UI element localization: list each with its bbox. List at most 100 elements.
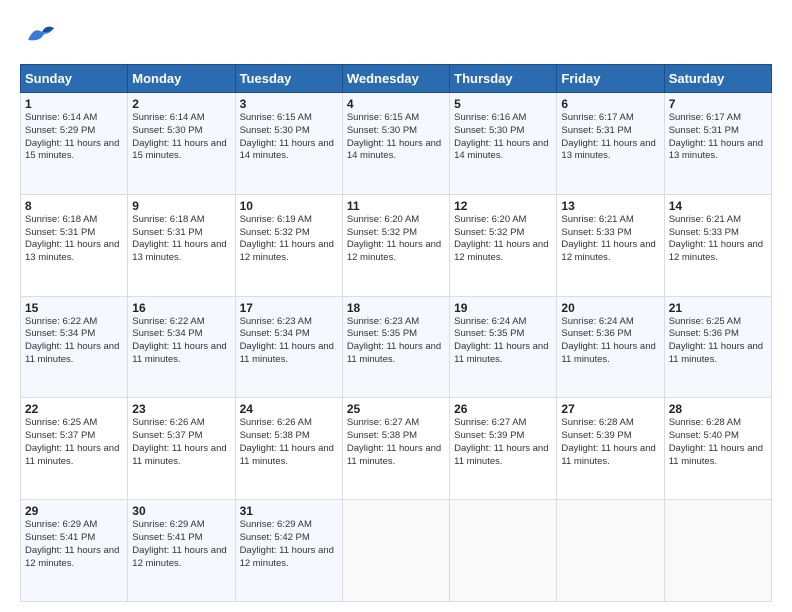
calendar-cell: 8Sunrise: 6:18 AMSunset: 5:31 PMDaylight…	[21, 194, 128, 296]
day-info: Sunrise: 6:23 AMSunset: 5:34 PMDaylight:…	[240, 316, 338, 367]
day-info: Sunrise: 6:26 AMSunset: 5:38 PMDaylight:…	[240, 417, 338, 468]
day-number: 4	[347, 97, 445, 111]
day-number: 14	[669, 199, 767, 213]
day-info: Sunrise: 6:27 AMSunset: 5:38 PMDaylight:…	[347, 417, 445, 468]
calendar-cell	[342, 500, 449, 602]
day-info: Sunrise: 6:29 AMSunset: 5:41 PMDaylight:…	[132, 519, 230, 570]
calendar-cell: 2Sunrise: 6:14 AMSunset: 5:30 PMDaylight…	[128, 93, 235, 195]
day-number: 11	[347, 199, 445, 213]
calendar-week-row: 15Sunrise: 6:22 AMSunset: 5:34 PMDayligh…	[21, 296, 772, 398]
calendar-cell: 5Sunrise: 6:16 AMSunset: 5:30 PMDaylight…	[450, 93, 557, 195]
header-sunday: Sunday	[21, 65, 128, 93]
day-number: 7	[669, 97, 767, 111]
calendar-cell: 14Sunrise: 6:21 AMSunset: 5:33 PMDayligh…	[664, 194, 771, 296]
day-info: Sunrise: 6:29 AMSunset: 5:41 PMDaylight:…	[25, 519, 123, 570]
day-info: Sunrise: 6:27 AMSunset: 5:39 PMDaylight:…	[454, 417, 552, 468]
day-number: 16	[132, 301, 230, 315]
day-number: 3	[240, 97, 338, 111]
day-number: 27	[561, 402, 659, 416]
calendar-cell	[557, 500, 664, 602]
day-info: Sunrise: 6:15 AMSunset: 5:30 PMDaylight:…	[347, 112, 445, 163]
day-number: 8	[25, 199, 123, 213]
calendar-cell: 3Sunrise: 6:15 AMSunset: 5:30 PMDaylight…	[235, 93, 342, 195]
day-info: Sunrise: 6:25 AMSunset: 5:37 PMDaylight:…	[25, 417, 123, 468]
calendar-cell: 22Sunrise: 6:25 AMSunset: 5:37 PMDayligh…	[21, 398, 128, 500]
day-number: 2	[132, 97, 230, 111]
day-info: Sunrise: 6:23 AMSunset: 5:35 PMDaylight:…	[347, 316, 445, 367]
calendar-cell: 24Sunrise: 6:26 AMSunset: 5:38 PMDayligh…	[235, 398, 342, 500]
day-info: Sunrise: 6:21 AMSunset: 5:33 PMDaylight:…	[561, 214, 659, 265]
day-number: 13	[561, 199, 659, 213]
day-info: Sunrise: 6:15 AMSunset: 5:30 PMDaylight:…	[240, 112, 338, 163]
page: Sunday Monday Tuesday Wednesday Thursday…	[0, 0, 792, 612]
day-number: 20	[561, 301, 659, 315]
day-number: 28	[669, 402, 767, 416]
calendar-week-row: 1Sunrise: 6:14 AMSunset: 5:29 PMDaylight…	[21, 93, 772, 195]
day-number: 25	[347, 402, 445, 416]
day-info: Sunrise: 6:17 AMSunset: 5:31 PMDaylight:…	[669, 112, 767, 163]
day-number: 6	[561, 97, 659, 111]
calendar-cell: 13Sunrise: 6:21 AMSunset: 5:33 PMDayligh…	[557, 194, 664, 296]
calendar-cell: 25Sunrise: 6:27 AMSunset: 5:38 PMDayligh…	[342, 398, 449, 500]
calendar-cell	[450, 500, 557, 602]
day-info: Sunrise: 6:14 AMSunset: 5:29 PMDaylight:…	[25, 112, 123, 163]
calendar-cell: 27Sunrise: 6:28 AMSunset: 5:39 PMDayligh…	[557, 398, 664, 500]
header-tuesday: Tuesday	[235, 65, 342, 93]
calendar-cell: 10Sunrise: 6:19 AMSunset: 5:32 PMDayligh…	[235, 194, 342, 296]
day-info: Sunrise: 6:28 AMSunset: 5:40 PMDaylight:…	[669, 417, 767, 468]
calendar-cell: 4Sunrise: 6:15 AMSunset: 5:30 PMDaylight…	[342, 93, 449, 195]
day-info: Sunrise: 6:20 AMSunset: 5:32 PMDaylight:…	[454, 214, 552, 265]
day-number: 10	[240, 199, 338, 213]
calendar-cell: 7Sunrise: 6:17 AMSunset: 5:31 PMDaylight…	[664, 93, 771, 195]
day-info: Sunrise: 6:25 AMSunset: 5:36 PMDaylight:…	[669, 316, 767, 367]
day-info: Sunrise: 6:26 AMSunset: 5:37 PMDaylight:…	[132, 417, 230, 468]
day-number: 24	[240, 402, 338, 416]
calendar-cell: 9Sunrise: 6:18 AMSunset: 5:31 PMDaylight…	[128, 194, 235, 296]
day-info: Sunrise: 6:21 AMSunset: 5:33 PMDaylight:…	[669, 214, 767, 265]
day-info: Sunrise: 6:14 AMSunset: 5:30 PMDaylight:…	[132, 112, 230, 163]
calendar-week-row: 22Sunrise: 6:25 AMSunset: 5:37 PMDayligh…	[21, 398, 772, 500]
calendar-cell: 26Sunrise: 6:27 AMSunset: 5:39 PMDayligh…	[450, 398, 557, 500]
day-number: 29	[25, 504, 123, 518]
calendar-cell: 28Sunrise: 6:28 AMSunset: 5:40 PMDayligh…	[664, 398, 771, 500]
day-info: Sunrise: 6:18 AMSunset: 5:31 PMDaylight:…	[132, 214, 230, 265]
day-info: Sunrise: 6:19 AMSunset: 5:32 PMDaylight:…	[240, 214, 338, 265]
calendar-cell: 15Sunrise: 6:22 AMSunset: 5:34 PMDayligh…	[21, 296, 128, 398]
day-number: 26	[454, 402, 552, 416]
day-info: Sunrise: 6:24 AMSunset: 5:35 PMDaylight:…	[454, 316, 552, 367]
day-info: Sunrise: 6:29 AMSunset: 5:42 PMDaylight:…	[240, 519, 338, 570]
calendar-cell: 31Sunrise: 6:29 AMSunset: 5:42 PMDayligh…	[235, 500, 342, 602]
day-info: Sunrise: 6:28 AMSunset: 5:39 PMDaylight:…	[561, 417, 659, 468]
day-number: 22	[25, 402, 123, 416]
calendar-cell: 17Sunrise: 6:23 AMSunset: 5:34 PMDayligh…	[235, 296, 342, 398]
header-friday: Friday	[557, 65, 664, 93]
header-monday: Monday	[128, 65, 235, 93]
day-info: Sunrise: 6:16 AMSunset: 5:30 PMDaylight:…	[454, 112, 552, 163]
day-number: 1	[25, 97, 123, 111]
day-info: Sunrise: 6:17 AMSunset: 5:31 PMDaylight:…	[561, 112, 659, 163]
day-number: 31	[240, 504, 338, 518]
calendar-cell	[664, 500, 771, 602]
day-info: Sunrise: 6:22 AMSunset: 5:34 PMDaylight:…	[132, 316, 230, 367]
calendar-cell: 19Sunrise: 6:24 AMSunset: 5:35 PMDayligh…	[450, 296, 557, 398]
day-number: 9	[132, 199, 230, 213]
day-info: Sunrise: 6:24 AMSunset: 5:36 PMDaylight:…	[561, 316, 659, 367]
day-number: 23	[132, 402, 230, 416]
day-info: Sunrise: 6:18 AMSunset: 5:31 PMDaylight:…	[25, 214, 123, 265]
calendar-cell: 30Sunrise: 6:29 AMSunset: 5:41 PMDayligh…	[128, 500, 235, 602]
day-number: 30	[132, 504, 230, 518]
header-thursday: Thursday	[450, 65, 557, 93]
header	[20, 16, 772, 54]
day-number: 21	[669, 301, 767, 315]
calendar-cell: 1Sunrise: 6:14 AMSunset: 5:29 PMDaylight…	[21, 93, 128, 195]
calendar-cell: 18Sunrise: 6:23 AMSunset: 5:35 PMDayligh…	[342, 296, 449, 398]
logo-icon	[20, 16, 58, 54]
day-number: 5	[454, 97, 552, 111]
calendar-table: Sunday Monday Tuesday Wednesday Thursday…	[20, 64, 772, 602]
calendar-cell: 11Sunrise: 6:20 AMSunset: 5:32 PMDayligh…	[342, 194, 449, 296]
day-number: 19	[454, 301, 552, 315]
calendar-cell: 16Sunrise: 6:22 AMSunset: 5:34 PMDayligh…	[128, 296, 235, 398]
calendar-cell: 6Sunrise: 6:17 AMSunset: 5:31 PMDaylight…	[557, 93, 664, 195]
day-info: Sunrise: 6:20 AMSunset: 5:32 PMDaylight:…	[347, 214, 445, 265]
calendar-week-row: 29Sunrise: 6:29 AMSunset: 5:41 PMDayligh…	[21, 500, 772, 602]
